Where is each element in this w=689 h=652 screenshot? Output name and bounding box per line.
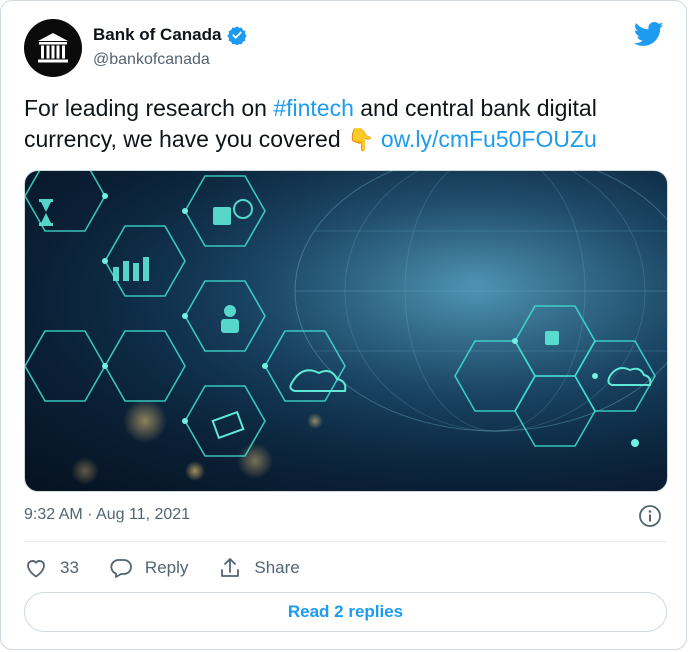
verified-badge-icon: [227, 26, 248, 45]
heart-icon: [27, 560, 45, 578]
author-name-row: Bank of Canada: [93, 25, 248, 45]
share-label: Share: [254, 558, 300, 577]
like-button[interactable]: 33: [24, 554, 79, 582]
tweet-url-link[interactable]: ow.ly/cmFu50FOUZu: [381, 126, 597, 152]
reply-button[interactable]: Reply: [109, 554, 188, 582]
tweet-actions: 33 Reply Share: [24, 554, 330, 582]
bank-building-icon: [38, 33, 68, 63]
hashtag-link[interactable]: #fintech: [273, 95, 354, 121]
divider: [24, 541, 666, 542]
tweet-card: Bank of Canada @bankofcanada For leading…: [0, 0, 687, 650]
avatar[interactable]: [24, 19, 82, 77]
author-handle[interactable]: @bankofcanada: [93, 51, 210, 69]
tweet-text: For leading research on #fintech and cen…: [24, 93, 664, 155]
share-button[interactable]: Share: [218, 554, 300, 582]
read-replies-button[interactable]: Read 2 replies: [24, 592, 667, 632]
speech-bubble-icon: [110, 559, 132, 578]
like-count: 33: [60, 558, 79, 577]
pointing-down-emoji: 👇: [347, 127, 375, 152]
reply-label: Reply: [144, 558, 189, 577]
info-icon[interactable]: [638, 504, 662, 528]
author-name[interactable]: Bank of Canada: [93, 25, 221, 45]
share-upload-icon: [221, 558, 240, 577]
fintech-illustration: [25, 171, 667, 491]
tweet-media-image[interactable]: [24, 170, 668, 492]
twitter-bird-icon[interactable]: [634, 19, 664, 49]
tweet-text-part: For leading research on: [24, 95, 274, 121]
tweet-timestamp[interactable]: 9:32 AM · Aug 11, 2021: [24, 506, 190, 524]
